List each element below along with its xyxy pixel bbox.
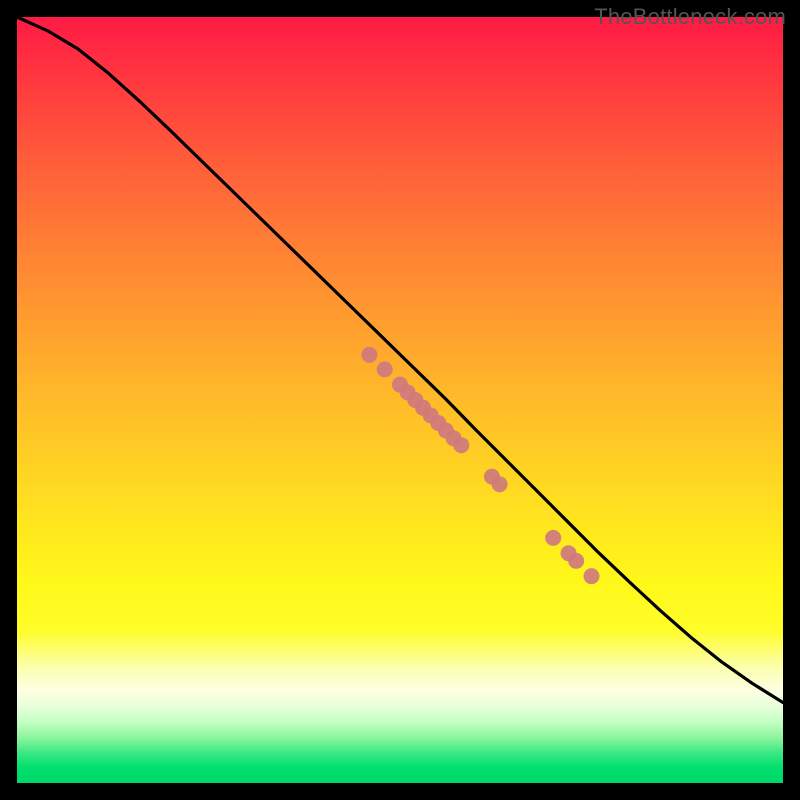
data-point	[453, 437, 469, 453]
data-point	[568, 553, 584, 569]
data-point	[492, 476, 508, 492]
data-point	[361, 347, 377, 363]
data-curve	[17, 17, 783, 703]
chart-frame: TheBottleneck.com	[0, 0, 800, 800]
plot-area	[17, 17, 783, 783]
data-markers	[361, 347, 599, 584]
data-point	[545, 530, 561, 546]
chart-svg	[17, 17, 783, 783]
watermark-text: TheBottleneck.com	[594, 4, 786, 30]
data-point	[584, 568, 600, 584]
data-point	[377, 361, 393, 377]
